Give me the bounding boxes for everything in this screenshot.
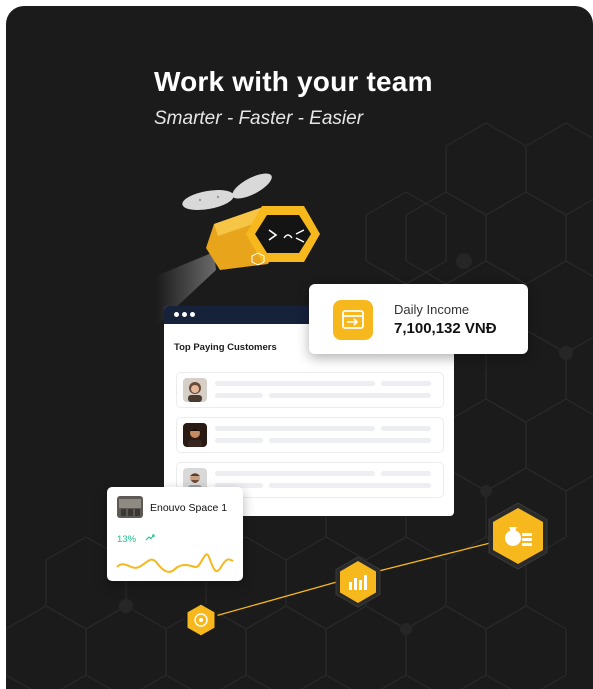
transfer-icon xyxy=(333,300,373,340)
money-cycle-icon xyxy=(184,601,218,639)
space-name: Enouvo Space 1 xyxy=(150,502,228,514)
customer-row[interactable] xyxy=(176,417,444,453)
customer-row[interactable] xyxy=(176,372,444,408)
trend-up-icon xyxy=(145,534,155,541)
hero-panel: Work with your team Smarter - Faster - E… xyxy=(6,6,593,689)
space-trend-sparkline xyxy=(116,553,234,573)
window-title: Top Paying Customers xyxy=(174,342,277,353)
page-title: Work with your team xyxy=(154,66,433,97)
person-avatar-male xyxy=(183,423,207,447)
daily-income-value: 7,100,132 VNĐ xyxy=(394,320,497,337)
window-dot-icon xyxy=(174,312,179,317)
window-dot-icon xyxy=(190,312,195,317)
daily-income-label: Daily Income xyxy=(394,302,470,317)
page-subtitle: Smarter - Faster - Easier xyxy=(154,108,364,129)
person-avatar-female xyxy=(183,378,207,402)
space-thumbnail xyxy=(117,496,143,518)
space-growth-value: 13% xyxy=(117,534,137,545)
daily-income-card: Daily Income 7,100,132 VNĐ xyxy=(309,284,528,354)
space-stats-card: Enouvo Space 1 13% xyxy=(107,487,243,581)
window-dot-icon xyxy=(182,312,187,317)
